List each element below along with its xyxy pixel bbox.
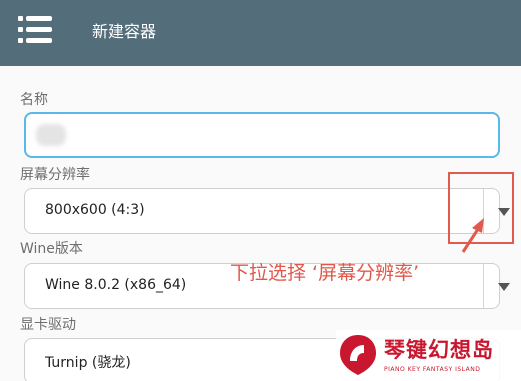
watermark-subtitle: PIANO KEY FANTASY ISLAND bbox=[384, 366, 481, 373]
annotation-arrow bbox=[461, 218, 484, 253]
annotation-text: 下拉选择 ‘屏幕分辨率’ bbox=[230, 262, 420, 284]
watermark-logo bbox=[340, 335, 376, 375]
watermark: 琴键幻想岛 PIANO KEY FANTASY ISLAND bbox=[336, 330, 521, 381]
watermark-text: 琴键幻想岛 bbox=[384, 338, 494, 362]
